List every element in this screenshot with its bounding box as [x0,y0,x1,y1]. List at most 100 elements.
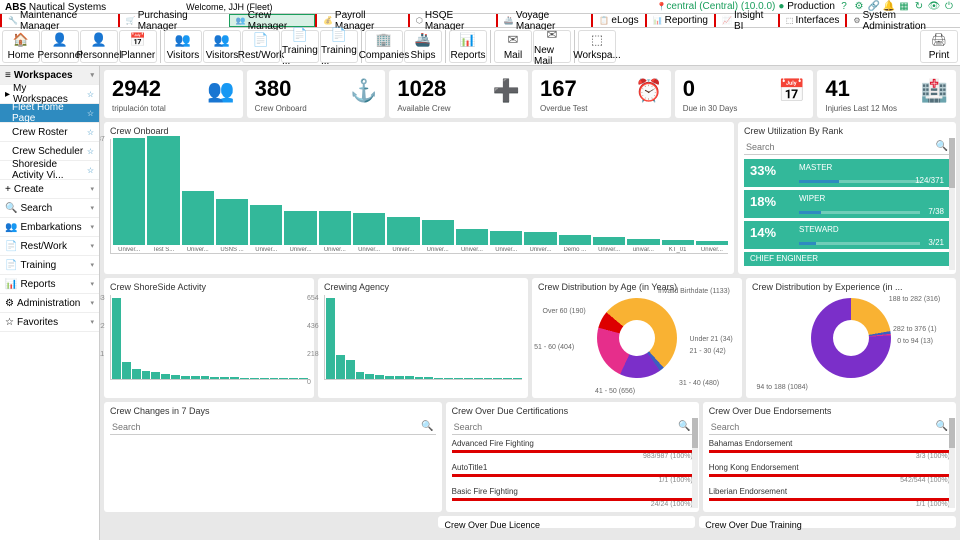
tab-purchasing-manager[interactable]: 🛒Purchasing Manager [118,14,229,27]
toolbar-newmail[interactable]: ✉New Mail [533,30,571,63]
bar[interactable]: Univer... [319,211,351,253]
search-input[interactable] [711,421,936,432]
toolbar-restwork[interactable]: 📄Rest/Work [242,30,280,63]
toolbar-ships[interactable]: 🚢Ships [404,30,442,63]
exp-donut-chart[interactable] [811,298,891,378]
bar[interactable]: Univer... [250,205,282,253]
bar[interactable]: Test S... [147,136,179,253]
search-icon[interactable]: 🔍 [678,421,690,432]
toolbar-visitors[interactable]: 👥Visitors [203,30,241,63]
bar[interactable] [405,376,414,379]
sidebar-item[interactable]: 🔍Search▾ [0,199,99,218]
toolbar-workspa[interactable]: ⬚Workspa... [578,30,616,63]
crew-onboard-chart[interactable]: 87 Univer...Test S...Univer...USNS ...Un… [110,139,728,254]
bar[interactable] [356,372,365,379]
utilization-item[interactable]: CHIEF ENGINEER [744,252,950,266]
overdue-item[interactable]: Basic Fire Fighting24/24 (100%) [452,487,693,508]
sidebar-item[interactable]: 📊Reports▾ [0,275,99,294]
bar[interactable] [464,378,473,379]
tab-interfaces[interactable]: ⬚Interfaces [778,14,845,27]
tab-hsqe-manager[interactable]: ⬡HSQE Manager [408,14,496,27]
bar[interactable] [132,369,141,379]
bar[interactable]: Univer... [353,213,385,253]
bar[interactable] [161,374,170,379]
kpi-card[interactable]: 167Overdue Test⏰ [532,70,671,118]
tab-maintenance-manager[interactable]: 🔧Maintenance Manager [0,14,118,27]
search-icon[interactable]: 🔍 [936,141,948,152]
bar[interactable]: Demo ... [559,235,591,253]
bar[interactable] [424,377,433,379]
help-icon[interactable]: ? [838,1,850,13]
toolbar-personnel[interactable]: 👤Personnel [41,30,79,63]
bar[interactable]: Univer... [696,241,728,253]
toolbar-training[interactable]: 📄Training ... [320,30,358,63]
agency-chart[interactable]: 6544362180 [324,295,522,380]
print-button[interactable]: 🖨Print [920,30,958,63]
bar[interactable]: Univer... [456,229,488,253]
bar[interactable] [230,377,239,379]
tab-elogs[interactable]: 📋eLogs [591,14,644,27]
toolbar-training[interactable]: 📄Training ... [281,30,319,63]
overdue-item[interactable]: Bahamas Endorsement3/3 (100%) [709,439,950,460]
kpi-card[interactable]: 41Injuries Last 12 Mos🏥 [817,70,956,118]
toolbar-mail[interactable]: ✉Mail [494,30,532,63]
kpi-card[interactable]: 380Crew Onboard⚓ [247,70,386,118]
star-icon[interactable]: ☆ [87,128,94,137]
bar[interactable] [279,378,288,379]
bar[interactable]: KT_01 [662,240,694,253]
star-icon[interactable]: ☆ [87,147,94,156]
toolbar-reports[interactable]: 📊Reports [449,30,487,63]
search-icon[interactable]: 🔍 [421,421,433,432]
utilization-item[interactable]: 33%MASTER124/371 [744,159,950,187]
bar[interactable] [191,376,200,379]
overdue-item[interactable]: Advanced Fire Fighting983/987 (100%) [452,439,693,460]
bar[interactable] [260,378,269,379]
search-input[interactable] [112,421,421,432]
tab-payroll-manager[interactable]: 💰Payroll Manager [315,14,408,27]
bar[interactable] [240,378,249,379]
bar[interactable] [326,298,335,379]
toolbar-visitors[interactable]: 👥Visitors [164,30,202,63]
bar[interactable]: Univer... [490,231,522,253]
toolbar-companies[interactable]: 🏢Companies [365,30,403,63]
bar[interactable] [415,377,424,379]
bar[interactable] [270,378,279,379]
bar[interactable] [336,355,345,379]
utilization-item[interactable]: 14%STEWARD3/21 [744,221,950,249]
tab-system-administration[interactable]: ⚙System Administration [845,14,960,27]
bar[interactable] [122,362,131,379]
bar[interactable]: Univer... [593,237,625,253]
bar[interactable] [220,377,229,379]
search-box[interactable]: 🔍 [110,419,436,435]
search-icon[interactable]: 🔍 [936,421,948,432]
overdue-item[interactable]: Hong Kong Endorsement542/544 (100%) [709,463,950,484]
bar[interactable] [395,376,404,379]
bar[interactable]: univar... [627,239,659,253]
kpi-card[interactable]: 0Due in 30 Days📅 [675,70,814,118]
bar[interactable] [513,378,522,379]
bar[interactable] [444,378,453,379]
sidebar-item[interactable]: Shoreside Activity Vi...☆ [0,161,99,180]
scrollbar[interactable] [692,418,698,508]
bar[interactable]: Univer... [182,191,214,253]
bar[interactable] [346,360,355,379]
bar[interactable] [375,375,384,379]
bar[interactable]: USNS ... [216,199,248,253]
sidebar-item[interactable]: 👥Embarkations▾ [0,218,99,237]
bar[interactable]: Univer... [524,232,556,253]
sidebar-item[interactable]: Crew Roster☆ [0,123,99,142]
tab-crew-manager[interactable]: 👥Crew Manager [229,14,315,27]
bar[interactable] [289,378,298,379]
tab-reporting[interactable]: 📊Reporting [645,14,714,27]
kpi-card[interactable]: 1028Available Crew➕ [389,70,528,118]
bar[interactable] [365,374,374,379]
sidebar-item[interactable]: Fleet Home Page☆ [0,104,99,123]
bar[interactable] [210,377,219,379]
bar[interactable]: Univer... [387,217,419,253]
star-icon[interactable]: ☆ [87,90,94,99]
kpi-card[interactable]: 2942tripulación total👥 [104,70,243,118]
bar[interactable] [151,372,160,379]
bar[interactable]: Univer... [422,220,454,253]
bar[interactable] [201,376,210,379]
search-box[interactable]: 🔍 [744,139,950,155]
